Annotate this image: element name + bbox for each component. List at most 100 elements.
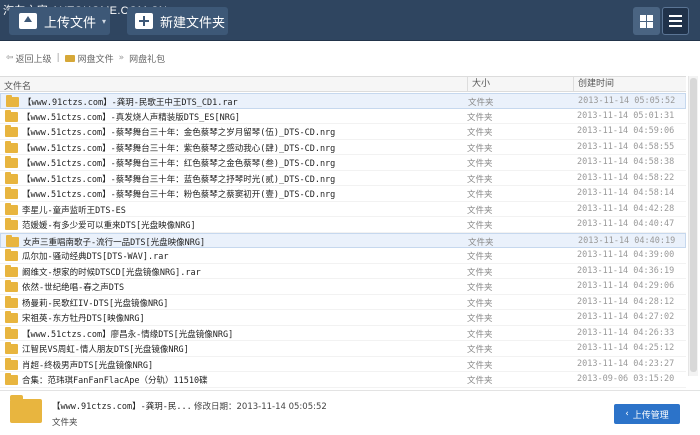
file-type: 文件夹 (467, 174, 493, 185)
folder-icon (5, 264, 18, 277)
file-list-header: 文件名 大小 创建时间 (0, 76, 686, 92)
file-row[interactable]: 范媛媛-有多少爱可以重来DTS[光盘映像NRG] 文件夹 2013-11-14 04… (0, 217, 686, 233)
grid-view-button[interactable] (633, 7, 660, 35)
file-row[interactable]: 【www.51ctzs.com】-蔡琴舞台三十年：金色蔡琴之岁月留琴(伍)_DT… (0, 124, 686, 140)
breadcrumb-separator: » (118, 53, 125, 63)
chevron-down-icon: ▾ (102, 16, 107, 26)
breadcrumb-divider: | (56, 53, 60, 63)
new-folder-label: 新建文件夹 (160, 15, 226, 31)
file-row[interactable]: 江智民VS周虹-情人朋友DTS[光盘镜像NRG] 文件夹 2013-11-14 04… (0, 341, 686, 357)
file-row[interactable]: 【www.51ctzs.com】廖昌永-情缘DTS[光盘镜像NRG] 文件夹 201… (0, 326, 686, 341)
file-type: 文件夹 (467, 298, 493, 309)
file-type: 文件夹 (467, 267, 493, 278)
folder-icon (5, 326, 18, 339)
details-panel: 【www.91ctzs.com】-龚玥-民... 修改日期：2013-11-14… (0, 390, 700, 435)
file-name[interactable]: 【www.51ctzs.com】廖昌永-情缘DTS[光盘镜像NRG] (22, 328, 233, 340)
file-type: 文件夹 (467, 376, 493, 386)
scroll-thumb[interactable] (690, 78, 697, 372)
file-list: 【www.91ctzs.com】-龚玥-民歌王中王DTS_CD1.rar 文件夹 2… (0, 93, 686, 388)
folder-icon (6, 95, 19, 107)
file-name[interactable]: 范媛媛-有多少爱可以重来DTS[光盘映像NRG] (22, 219, 196, 231)
file-name[interactable]: 李星儿-童声监听王DTS-ES (22, 204, 126, 216)
file-type: 文件夹 (467, 283, 493, 293)
file-date: 2013-11-14 05:01:31 (577, 110, 675, 121)
file-row[interactable]: 合集：范玮琪FanFanFlacApe（分轨）11510碟 文件夹 2013-09-… (0, 372, 686, 388)
file-name[interactable]: 女声三重唱南歌子-流行一品DTS[光盘映像NRG] (23, 236, 205, 248)
back-arrow-icon: ⇦ (6, 53, 14, 63)
file-name[interactable]: 瓜尔加-骚动经典DTS[DTS-WAV].rar (22, 250, 169, 262)
file-date: 2013-11-14 04:58:14 (577, 188, 675, 198)
folder-icon (5, 156, 18, 168)
selected-modified-date: 修改日期：2013-11-14 05:05:52 (194, 402, 327, 412)
file-type: 文件夹 (467, 345, 493, 355)
file-type: 文件夹 (467, 205, 493, 216)
file-name[interactable]: 【www.91ctzs.com】-龚玥-民歌王中王DTS_CD1.rar (23, 96, 238, 108)
file-row[interactable]: 女声三重唱南歌子-流行一品DTS[光盘映像NRG] 文件夹 2013-11-14 0… (0, 232, 686, 248)
folder-icon (6, 234, 19, 247)
breadcrumb: ⇦ 返回上级 | 网盘文件 » 网盘礼包 (0, 50, 165, 66)
file-date: 2013-11-14 04:39:00 (577, 250, 675, 260)
file-row[interactable]: 【www.51ctzs.com】-蔡琴舞台三十年：红色蔡琴之金色蔡琴(叁)_DT… (0, 155, 686, 171)
file-name[interactable]: 【www.51ctzs.com】-真发烧人声精装版DTS_ES[NRG] (22, 111, 240, 123)
file-row[interactable]: 【www.51ctzs.com】-真发烧人声精装版DTS_ES[NRG] 文件夹 2… (0, 109, 686, 124)
file-type: 文件夹 (467, 143, 493, 154)
folder-icon (5, 109, 18, 122)
file-name[interactable]: 【www.51ctzs.com】-蔡琴舞台三十年：粉色蔡琴之蔡窦初开(壹)_DT… (22, 188, 335, 200)
file-type: 文件夹 (467, 329, 493, 340)
folder-icon (5, 249, 18, 261)
file-type: 文件夹 (467, 159, 493, 169)
file-date: 2013-11-14 04:40:47 (577, 219, 675, 229)
file-row[interactable]: 李星儿-童声监听王DTS-ES 文件夹 2013-11-14 04:42:28 (0, 202, 686, 217)
file-row[interactable]: 阚维文-想家的时候DTSCD[光盘镜像NRG].rar 文件夹 2013-11-14… (0, 264, 686, 279)
file-type: 文件夹 (467, 314, 493, 324)
file-row[interactable]: 【www.51ctzs.com】-蔡琴舞台三十年：蓝色蔡琴之抒琴时光(贰)_DT… (0, 171, 686, 186)
file-date: 2013-11-14 05:05:52 (578, 96, 676, 106)
folder-icon (5, 373, 18, 385)
breadcrumb-root[interactable]: 网盘文件 (78, 52, 114, 65)
column-header-size[interactable]: 大小 (467, 77, 490, 91)
file-row[interactable]: 【www.51ctzs.com】-蔡琴舞台三十年：粉色蔡琴之蔡窦初开(壹)_DT… (0, 186, 686, 202)
file-row[interactable]: 杨曼莉-民歌红IV-DTS[光盘镜像NRG] 文件夹 2013-11-14 04:2… (0, 295, 686, 310)
folder-icon (5, 357, 18, 370)
breadcrumb-current: 网盘礼包 (129, 54, 166, 65)
file-row[interactable]: 宋祖英-东方牡丹DTS[映像NRG] 文件夹 2013-11-14 04:27:02 (0, 310, 686, 326)
grid-icon (640, 14, 653, 28)
file-type: 文件夹 (467, 112, 493, 123)
file-name[interactable]: 依然-世纪绝唱-春之声DTS (22, 281, 124, 293)
file-type: 文件夹 (468, 98, 494, 108)
folder-icon (5, 187, 18, 199)
file-row[interactable]: 瓜尔加-骚动经典DTS[DTS-WAV].rar 文件夹 2013-11-14 04… (0, 248, 686, 264)
file-name[interactable]: 【www.51ctzs.com】-蔡琴舞台三十年：紫色蔡琴之感动我心(肆)_DT… (22, 142, 335, 154)
file-name[interactable]: 江智民VS周虹-情人朋友DTS[光盘镜像NRG] (22, 343, 189, 355)
file-name[interactable]: 【www.51ctzs.com】-蔡琴舞台三十年：红色蔡琴之金色蔡琴(叁)_DT… (22, 157, 335, 169)
file-row[interactable]: 【www.51ctzs.com】-蔡琴舞台三十年：紫色蔡琴之感动我心(肆)_DT… (0, 140, 686, 155)
new-folder-button[interactable]: 新建文件夹 (127, 7, 228, 35)
file-name[interactable]: 【www.51ctzs.com】-蔡琴舞台三十年：金色蔡琴之岁月留琴(伍)_DT… (22, 126, 335, 138)
folder-icon (5, 218, 18, 230)
list-view-button[interactable] (662, 7, 689, 35)
upload-file-button[interactable]: 上传文件 ▾ (9, 7, 110, 35)
folder-icon (5, 140, 18, 153)
column-header-name[interactable]: 文件名 (4, 79, 31, 92)
selected-file-name: 【www.91ctzs.com】-龚玥-民... (52, 402, 192, 412)
file-row[interactable]: 肖超-终极男声DTS[光盘镜像NRG] 文件夹 2013-11-14 04:23:2… (0, 357, 686, 372)
folder-icon (5, 171, 18, 184)
selected-file-type: 文件夹 (52, 418, 78, 428)
upload-manager-button[interactable]: ‹ 上传管理 (614, 404, 680, 424)
file-name[interactable]: 宋祖英-东方牡丹DTS[映像NRG] (22, 312, 145, 324)
file-date: 2013-11-14 04:36:19 (577, 265, 675, 276)
file-type: 文件夹 (467, 190, 493, 200)
column-header-created[interactable]: 创建时间 (573, 77, 614, 91)
scrollbar[interactable] (688, 76, 698, 376)
file-name[interactable]: 合集：范玮琪FanFanFlacApe（分轨）11510碟 (22, 374, 208, 386)
file-name[interactable]: 【www.51ctzs.com】-蔡琴舞台三十年：蓝色蔡琴之抒琴时光(贰)_DT… (22, 173, 335, 185)
folder-icon (5, 342, 18, 354)
file-name[interactable]: 杨曼莉-民歌红IV-DTS[光盘镜像NRG] (22, 297, 168, 309)
back-link[interactable]: 返回上级 (16, 52, 52, 65)
file-row[interactable]: 依然-世纪绝唱-春之声DTS 文件夹 2013-11-14 04:29:06 (0, 279, 686, 295)
file-name[interactable]: 阚维文-想家的时候DTSCD[光盘镜像NRG].rar (22, 266, 201, 278)
file-row[interactable]: 【www.91ctzs.com】-龚玥-民歌王中王DTS_CD1.rar 文件夹 2… (0, 93, 686, 109)
file-name[interactable]: 肖超-终极男声DTS[光盘镜像NRG] (22, 359, 153, 371)
file-date: 2013-11-14 04:59:06 (577, 126, 675, 136)
folder-icon (5, 311, 18, 323)
